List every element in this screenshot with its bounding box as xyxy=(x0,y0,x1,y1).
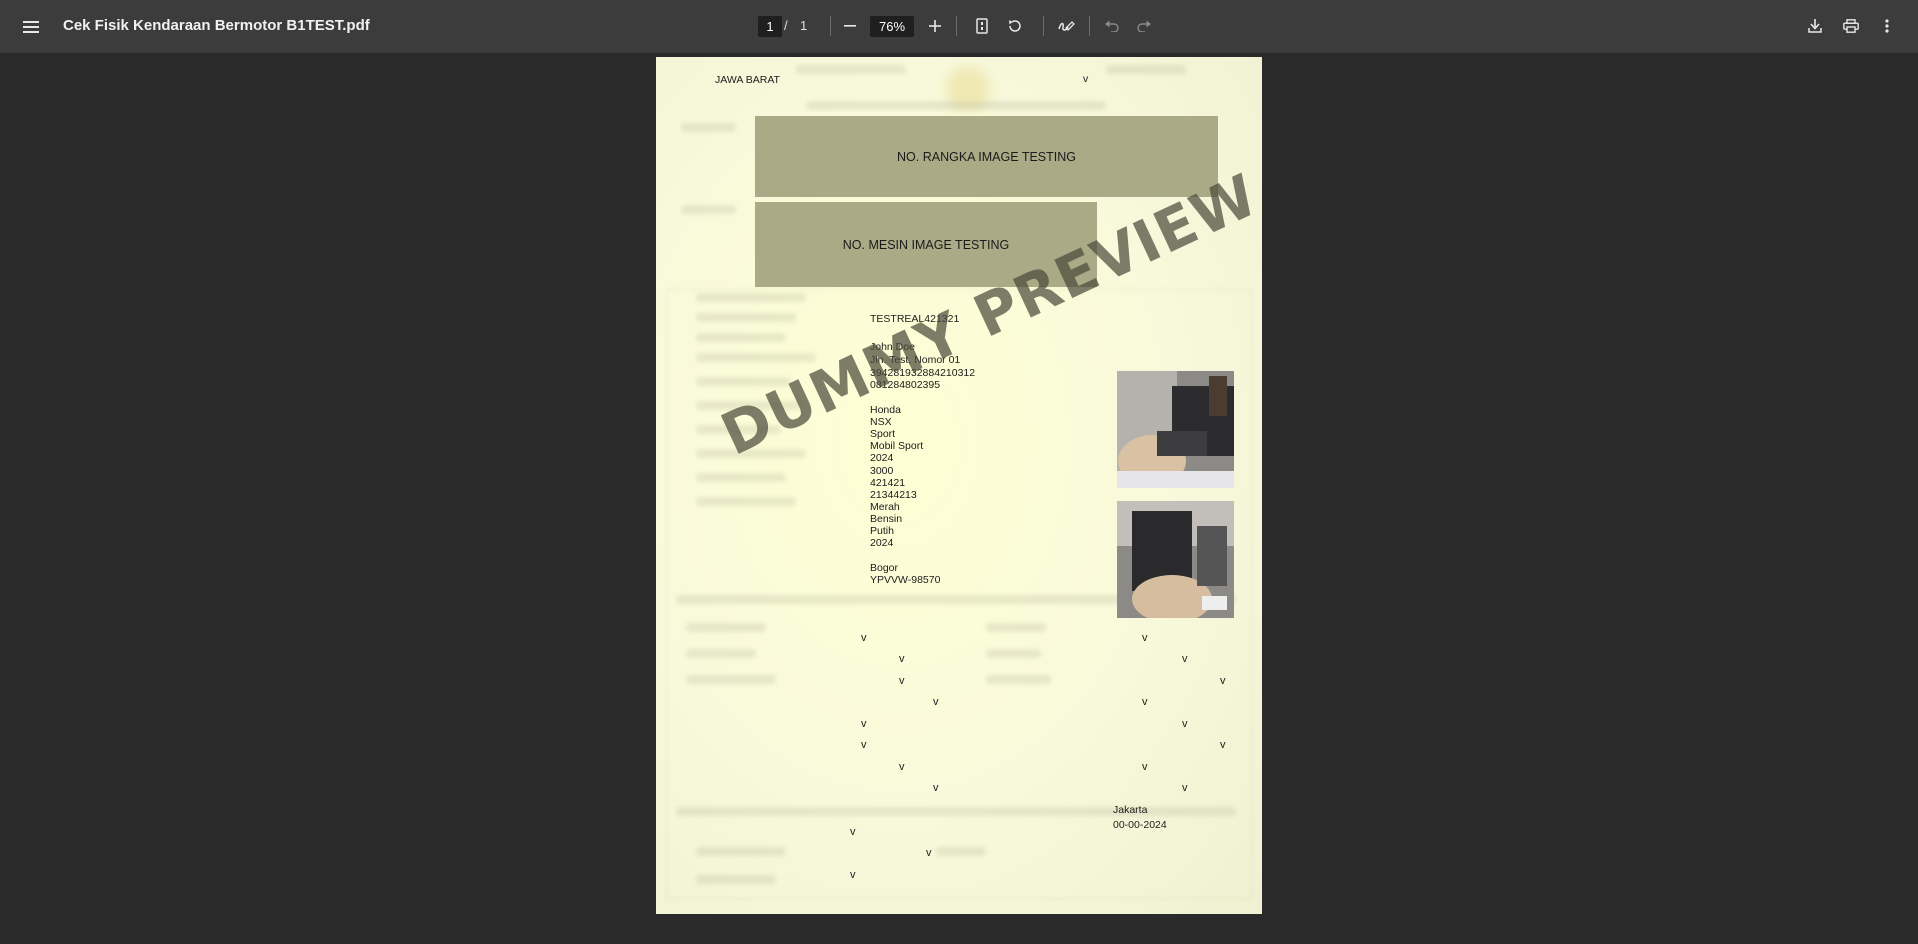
vehicle-model: Sport xyxy=(870,428,896,440)
sign-date: 00-00-2024 xyxy=(1113,819,1167,831)
checkmark: v xyxy=(1220,675,1226,687)
checkmark: v xyxy=(899,675,905,687)
undo-icon xyxy=(1105,20,1119,32)
print-icon xyxy=(1843,19,1859,33)
toolbar-divider xyxy=(956,16,957,36)
redo-button[interactable] xyxy=(1130,12,1158,40)
zoom-out-icon xyxy=(844,25,856,27)
registration-year: 2024 xyxy=(870,537,894,549)
undo-button[interactable] xyxy=(1098,12,1126,40)
more-options-button[interactable] xyxy=(1873,12,1901,40)
toolbar-divider xyxy=(830,16,831,36)
checkmark: v xyxy=(861,632,867,644)
rangka-image-box: NO. RANGKA IMAGE TESTING xyxy=(755,116,1218,197)
print-button[interactable] xyxy=(1837,12,1865,40)
zoom-level-input[interactable]: 76% xyxy=(870,16,914,37)
more-vert-icon xyxy=(1885,19,1889,33)
fit-page-button[interactable] xyxy=(968,12,996,40)
checkmark: v xyxy=(850,869,856,881)
checkmark: v xyxy=(899,653,905,665)
checkmark: v xyxy=(933,782,939,794)
rotate-button[interactable] xyxy=(1001,12,1029,40)
checkmark: v xyxy=(861,718,867,730)
rotate-icon xyxy=(1009,20,1021,32)
fit-page-icon xyxy=(976,18,988,34)
location-code: YPVVW-98570 xyxy=(870,574,941,586)
vehicle-photo-2 xyxy=(1117,501,1234,618)
checkmark: v xyxy=(1142,632,1148,644)
annotate-button[interactable] xyxy=(1052,12,1080,40)
download-icon xyxy=(1808,19,1822,33)
checkmark: v xyxy=(1220,739,1226,751)
zoom-in-icon xyxy=(929,20,941,32)
redo-icon xyxy=(1137,20,1151,32)
page-separator: / xyxy=(784,18,788,33)
zoom-out-button[interactable] xyxy=(836,12,864,40)
vehicle-year: 2024 xyxy=(870,452,894,464)
vehicle-category: Mobil Sport xyxy=(870,440,924,452)
vehicle-cc: 3000 xyxy=(870,465,894,477)
plate-color: Putih xyxy=(870,525,894,537)
checkmark: v xyxy=(933,696,939,708)
vehicle-type: NSX xyxy=(870,416,892,428)
checkmark: v xyxy=(1182,653,1188,665)
vehicle-fuel: Bensin xyxy=(870,513,903,525)
vehicle-color: Merah xyxy=(870,501,900,513)
toolbar-divider xyxy=(1089,16,1090,36)
page-total: 1 xyxy=(800,18,808,33)
vehicle-photo-1 xyxy=(1117,371,1234,488)
checkmark: v xyxy=(850,826,856,838)
checkmark: v xyxy=(1142,696,1148,708)
province-label: JAWA BARAT xyxy=(715,74,780,86)
checkmark: v xyxy=(1142,761,1148,773)
vehicle-brand: Honda xyxy=(870,404,901,416)
pdf-page: JAWA BARAT v NO. RANGKA IMAGE TESTING NO… xyxy=(656,57,1262,914)
vehicle-engine: 21344213 xyxy=(870,489,917,501)
download-button[interactable] xyxy=(1801,12,1829,40)
checkmark: v xyxy=(926,847,932,859)
document-title: Cek Fisik Kendaraan Bermotor B1TEST.pdf xyxy=(63,17,370,34)
checkmark: v xyxy=(899,761,905,773)
checkmark: v xyxy=(861,739,867,751)
menu-button[interactable] xyxy=(18,14,44,40)
location-city: Bogor xyxy=(870,562,899,574)
page-number-input[interactable]: 1 xyxy=(758,16,782,37)
checkmark: v xyxy=(1182,782,1188,794)
sign-city: Jakarta xyxy=(1113,804,1148,816)
pdf-viewer[interactable]: JAWA BARAT v NO. RANGKA IMAGE TESTING NO… xyxy=(0,53,1918,944)
checkmark: v xyxy=(1182,718,1188,730)
checkmark: v xyxy=(1083,73,1089,85)
zoom-in-button[interactable] xyxy=(921,12,949,40)
toolbar-divider xyxy=(1043,16,1044,36)
annotate-icon xyxy=(1057,21,1075,31)
pdf-toolbar: Cek Fisik Kendaraan Bermotor B1TEST.pdf … xyxy=(0,0,1918,53)
menu-icon xyxy=(23,21,39,33)
vehicle-chassis: 421421 xyxy=(870,477,906,489)
